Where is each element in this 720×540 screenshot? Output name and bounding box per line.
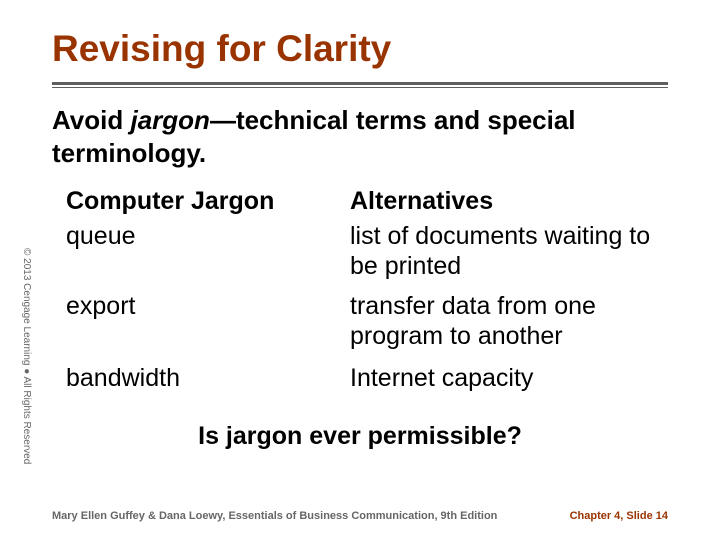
alternatives-column: Alternatives list of documents waiting t…: [350, 187, 668, 404]
jargon-term: export: [66, 292, 332, 364]
slide-footer: Mary Ellen Guffey & Dana Loewy, Essentia…: [52, 510, 668, 522]
title-rule: [52, 82, 668, 90]
slide: Revising for Clarity Avoid jargon—techni…: [0, 0, 720, 540]
alternative-text: transfer data from one program to anothe…: [350, 292, 668, 364]
alternative-text: Internet capacity: [350, 364, 668, 404]
discussion-question: Is jargon ever permissible?: [52, 422, 668, 451]
jargon-column: Computer Jargon queue export bandwidth: [66, 187, 332, 404]
subtitle-part1: Avoid: [52, 105, 130, 135]
alternative-text: list of documents waiting to be printed: [350, 222, 668, 292]
subtitle-emphasis: jargon: [130, 105, 209, 135]
jargon-column-header: Computer Jargon: [66, 187, 332, 216]
slide-subtitle: Avoid jargon—technical terms and special…: [52, 104, 668, 169]
jargon-term: queue: [66, 222, 332, 292]
copyright-vertical: © 2013 Cengage Learning ● All Rights Res…: [21, 248, 32, 498]
jargon-table: Computer Jargon queue export bandwidth A…: [52, 187, 668, 404]
footer-attribution: Mary Ellen Guffey & Dana Loewy, Essentia…: [52, 510, 497, 522]
alternatives-column-header: Alternatives: [350, 187, 668, 216]
footer-slide-number: Chapter 4, Slide 14: [570, 510, 668, 522]
slide-title: Revising for Clarity: [52, 28, 668, 70]
jargon-term: bandwidth: [66, 364, 332, 404]
